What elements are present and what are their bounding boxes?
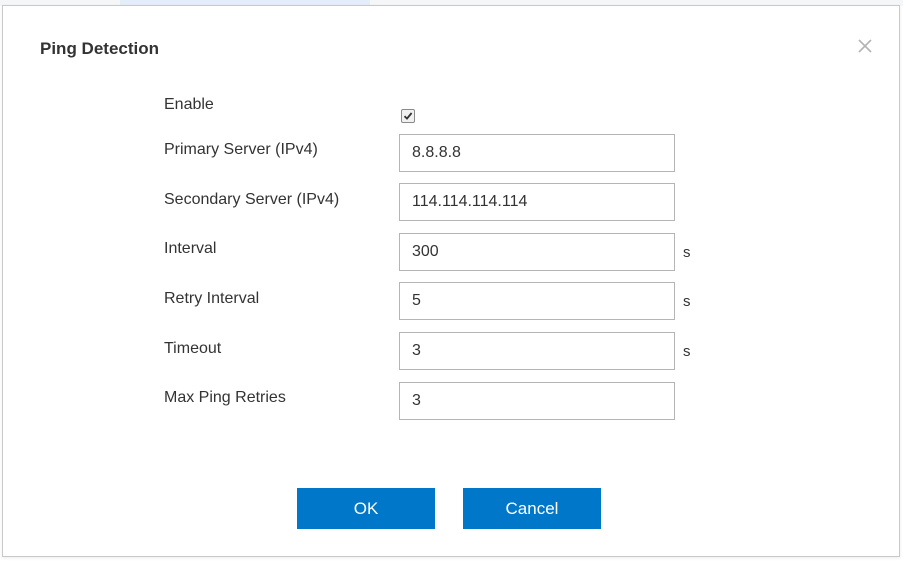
- secondary-server-input[interactable]: [399, 183, 675, 221]
- ping-detection-dialog: Ping Detection Enable Primary Server (IP…: [2, 5, 900, 557]
- ok-button[interactable]: OK: [297, 488, 435, 529]
- timeout-input[interactable]: [399, 332, 675, 370]
- checkmark-icon: [403, 112, 413, 120]
- close-button[interactable]: [853, 34, 877, 58]
- interval-unit: s: [683, 244, 691, 261]
- retry-interval-label: Retry Interval: [164, 290, 260, 307]
- interval-input[interactable]: [399, 233, 675, 271]
- enable-checkbox[interactable]: [401, 109, 415, 123]
- timeout-label: Timeout: [164, 340, 222, 357]
- primary-server-label: Primary Server (IPv4): [164, 141, 318, 158]
- dialog-title: Ping Detection: [40, 39, 160, 58]
- secondary-server-label: Secondary Server (IPv4): [164, 191, 340, 208]
- enable-label: Enable: [164, 96, 214, 113]
- retry-interval-unit: s: [683, 293, 691, 310]
- timeout-unit: s: [683, 343, 691, 360]
- max-ping-retries-label: Max Ping Retries: [164, 389, 286, 406]
- close-icon: [858, 39, 872, 53]
- interval-label: Interval: [164, 240, 217, 257]
- retry-interval-input[interactable]: [399, 282, 675, 320]
- max-ping-retries-input[interactable]: [399, 382, 675, 420]
- primary-server-input[interactable]: [399, 134, 675, 172]
- cancel-button[interactable]: Cancel: [463, 488, 601, 529]
